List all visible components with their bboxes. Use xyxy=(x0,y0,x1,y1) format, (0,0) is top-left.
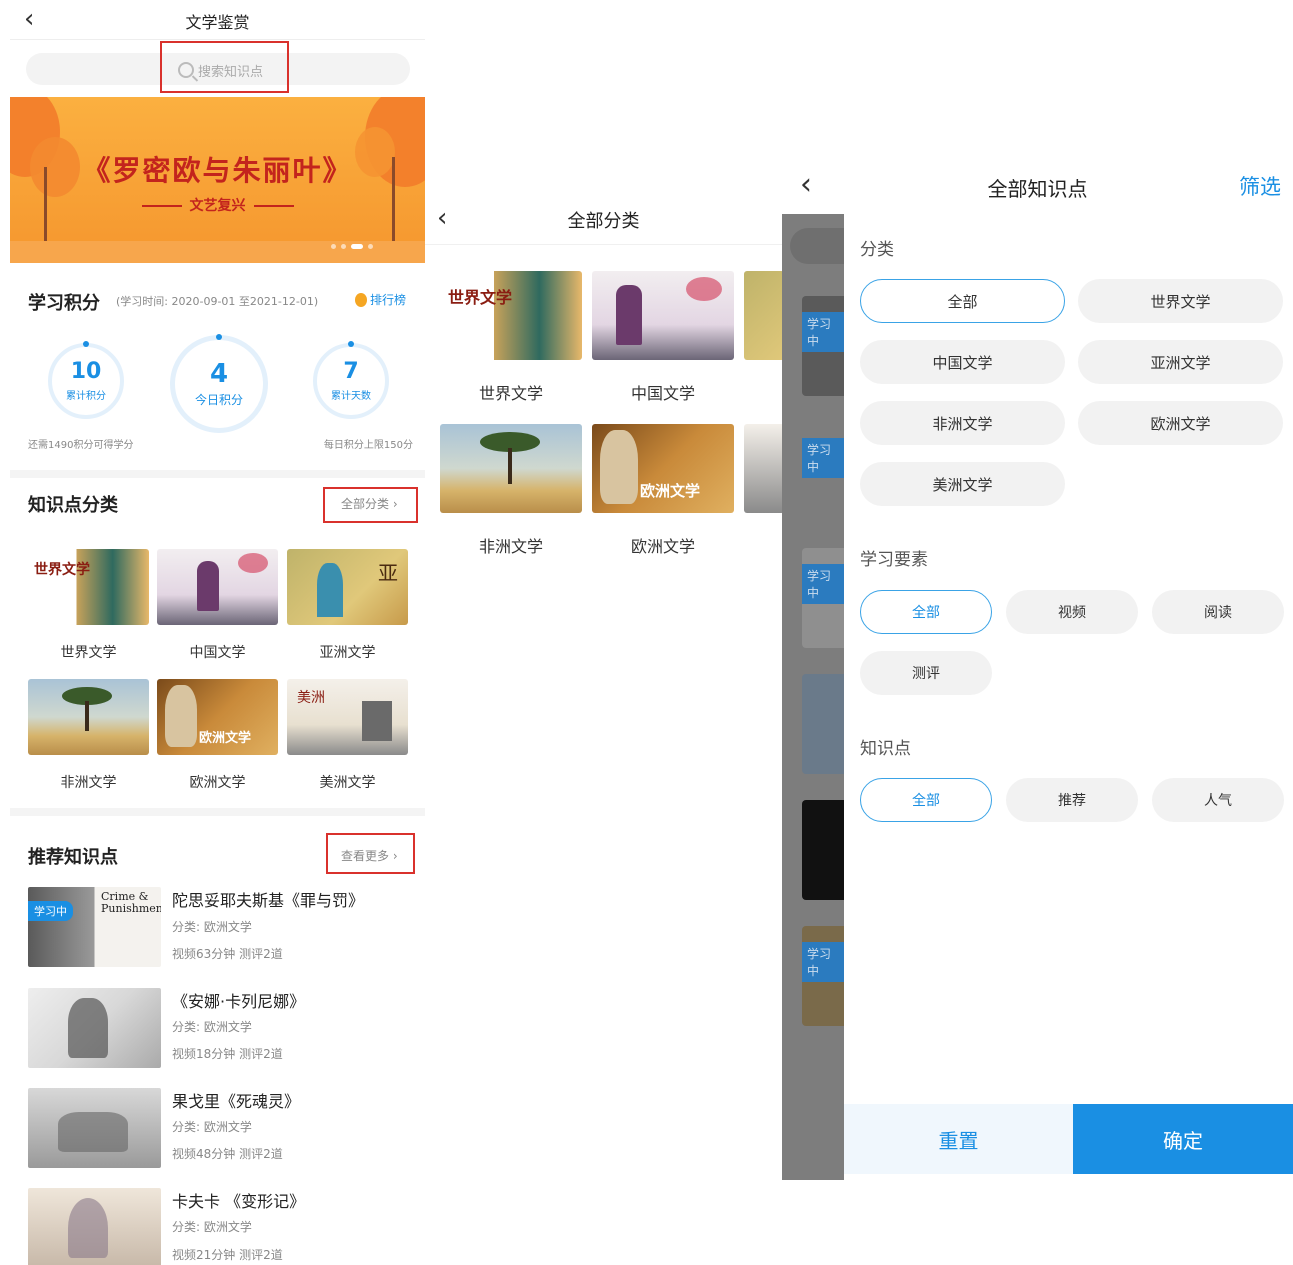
category-label: 欧洲文学 xyxy=(630,537,695,556)
category-label: 非洲文学 xyxy=(478,537,543,556)
course-category: 分类: 欧洲文学 xyxy=(172,1220,252,1234)
filter-drawer: 分类 全部 世界文学 中国文学 亚洲文学 非洲文学 欧洲文学 美洲文学 学习要素… xyxy=(844,214,1293,1180)
highlight-box-categories xyxy=(323,487,418,523)
category-label: 世界文学 xyxy=(478,384,543,403)
category-label: 欧洲文学 xyxy=(189,775,246,791)
course-category: 分类: 欧洲文学 xyxy=(172,1020,252,1034)
category-thumb-africa[interactable] xyxy=(440,424,582,513)
category-thumb-europe[interactable]: 欧洲文学 xyxy=(157,679,278,755)
course-cover xyxy=(28,1088,161,1168)
course-category: 分类: 欧洲文学 xyxy=(172,1120,252,1134)
category-label: 中国文学 xyxy=(630,384,695,403)
points-heading: 学习积分 xyxy=(28,293,100,314)
category-thumb-asia[interactable]: 亚 xyxy=(287,549,408,625)
option-pill[interactable]: 阅读 xyxy=(1152,590,1284,634)
points-note-left: 还需1490积分可得学分 xyxy=(28,440,134,451)
studying-badge: 学习中 xyxy=(28,901,73,921)
stat-today-points: 4 今日积分 xyxy=(170,334,268,433)
course-meta: 视频63分钟 测评2道 xyxy=(172,947,283,961)
confirm-button[interactable]: 确定 xyxy=(1073,1104,1293,1174)
category-thumb-america[interactable] xyxy=(744,424,782,513)
category-label: 世界文学 xyxy=(60,645,117,661)
group-title: 学习要素 xyxy=(860,550,928,570)
course-meta: 视频21分钟 测评2道 xyxy=(172,1248,283,1262)
recommended-heading: 推荐知识点 xyxy=(28,847,118,868)
category-label: 非洲文学 xyxy=(60,775,117,791)
filter-screen: ‹ 全部知识点 筛选 学习中 学习中 学习中 学习中 分类 全部 世界文学 中国… xyxy=(782,160,1293,1180)
highlight-box-more xyxy=(326,833,415,874)
dim-overlay[interactable]: 学习中 学习中 学习中 学习中 xyxy=(782,214,844,1180)
course-meta: 视频48分钟 测评2道 xyxy=(172,1147,283,1161)
filter-button[interactable]: 筛选 xyxy=(1239,171,1281,201)
category-label: 中国文学 xyxy=(189,645,246,661)
banner-title: 《罗密欧与朱丽叶》 xyxy=(82,154,353,187)
medal-icon xyxy=(355,292,367,307)
top-bar: ‹ 文学鉴赏 xyxy=(10,0,425,40)
group-title: 知识点 xyxy=(860,739,911,759)
course-category: 分类: 欧洲文学 xyxy=(172,920,252,934)
top-bar: ‹ 全部知识点 筛选 xyxy=(782,160,1293,214)
option-pill[interactable]: 人气 xyxy=(1152,778,1284,822)
all-categories-screen: ‹ 全部分类 世界文学 世界文学 中国文学 欧洲文学 非洲文学 欧洲文学 xyxy=(425,195,782,595)
option-pill[interactable]: 全部 xyxy=(860,590,992,634)
option-pill[interactable]: 全部 xyxy=(860,778,992,822)
option-pill[interactable]: 非洲文学 xyxy=(860,401,1065,445)
categories-heading: 知识点分类 xyxy=(28,495,118,516)
banner-subtitle: 文艺复兴 xyxy=(10,195,425,215)
page-title: 全部分类 xyxy=(567,211,640,232)
option-pill[interactable]: 中国文学 xyxy=(860,340,1065,384)
category-thumb-africa[interactable] xyxy=(28,679,149,755)
stat-total-days: 7 累计天数 xyxy=(313,341,389,419)
course-cover xyxy=(28,1188,161,1265)
banner-carousel[interactable]: 《罗密欧与朱丽叶》 文艺复兴 xyxy=(10,97,425,263)
course-title: 陀思妥耶夫斯基《罪与罚》 xyxy=(172,891,365,910)
option-pill[interactable]: 全部 xyxy=(860,279,1065,323)
option-pill[interactable]: 世界文学 xyxy=(1078,279,1283,323)
option-pill[interactable]: 美洲文学 xyxy=(860,462,1065,506)
knowledge-home-screen: ‹ 文学鉴赏 搜索知识点 《罗密欧与朱丽叶》 文艺复兴 学习积分 (学习时间: … xyxy=(10,0,425,1265)
option-pill[interactable]: 欧洲文学 xyxy=(1078,401,1283,445)
category-label: 美洲文学 xyxy=(319,775,376,791)
page-title: 文学鉴赏 xyxy=(185,13,250,32)
leaderboard-link[interactable]: 排行榜 xyxy=(355,291,406,308)
top-bar: ‹ 全部分类 xyxy=(425,195,782,245)
option-pill[interactable]: 测评 xyxy=(860,651,992,695)
category-thumb-america[interactable]: 美洲 xyxy=(287,679,408,755)
highlight-box-search xyxy=(160,41,289,93)
category-thumb-world[interactable]: 世界文学 xyxy=(28,549,149,625)
reset-button[interactable]: 重置 xyxy=(844,1104,1073,1174)
option-pill[interactable]: 亚洲文学 xyxy=(1078,340,1283,384)
course-cover: Crime & Punishment 学习中 xyxy=(28,887,161,967)
points-note-right: 每日积分上限150分 xyxy=(323,440,413,451)
carousel-indicator xyxy=(331,244,373,249)
section-divider xyxy=(10,808,425,816)
group-title: 分类 xyxy=(860,240,894,260)
category-thumb-china[interactable] xyxy=(157,549,278,625)
section-divider xyxy=(10,470,425,478)
category-thumb-china[interactable] xyxy=(592,271,734,360)
course-cover xyxy=(28,988,161,1068)
course-title: 《安娜·卡列尼娜》 xyxy=(172,992,306,1011)
course-meta: 视频18分钟 测评2道 xyxy=(172,1047,283,1061)
option-pill[interactable]: 推荐 xyxy=(1006,778,1138,822)
category-thumb-world[interactable]: 世界文学 xyxy=(440,271,582,360)
category-thumb-europe[interactable]: 欧洲文学 xyxy=(592,424,734,513)
stat-total-points: 10 累计积分 xyxy=(48,341,124,419)
category-label: 亚洲文学 xyxy=(319,645,376,661)
category-thumb-asia[interactable] xyxy=(744,271,782,360)
page-title: 全部知识点 xyxy=(987,177,1088,201)
option-pill[interactable]: 视频 xyxy=(1006,590,1138,634)
course-title: 果戈里《死魂灵》 xyxy=(172,1092,301,1111)
study-period: (学习时间: 2020-09-01 至2021-12-01) xyxy=(116,295,319,308)
course-title: 卡夫卡 《变形记》 xyxy=(172,1192,306,1211)
